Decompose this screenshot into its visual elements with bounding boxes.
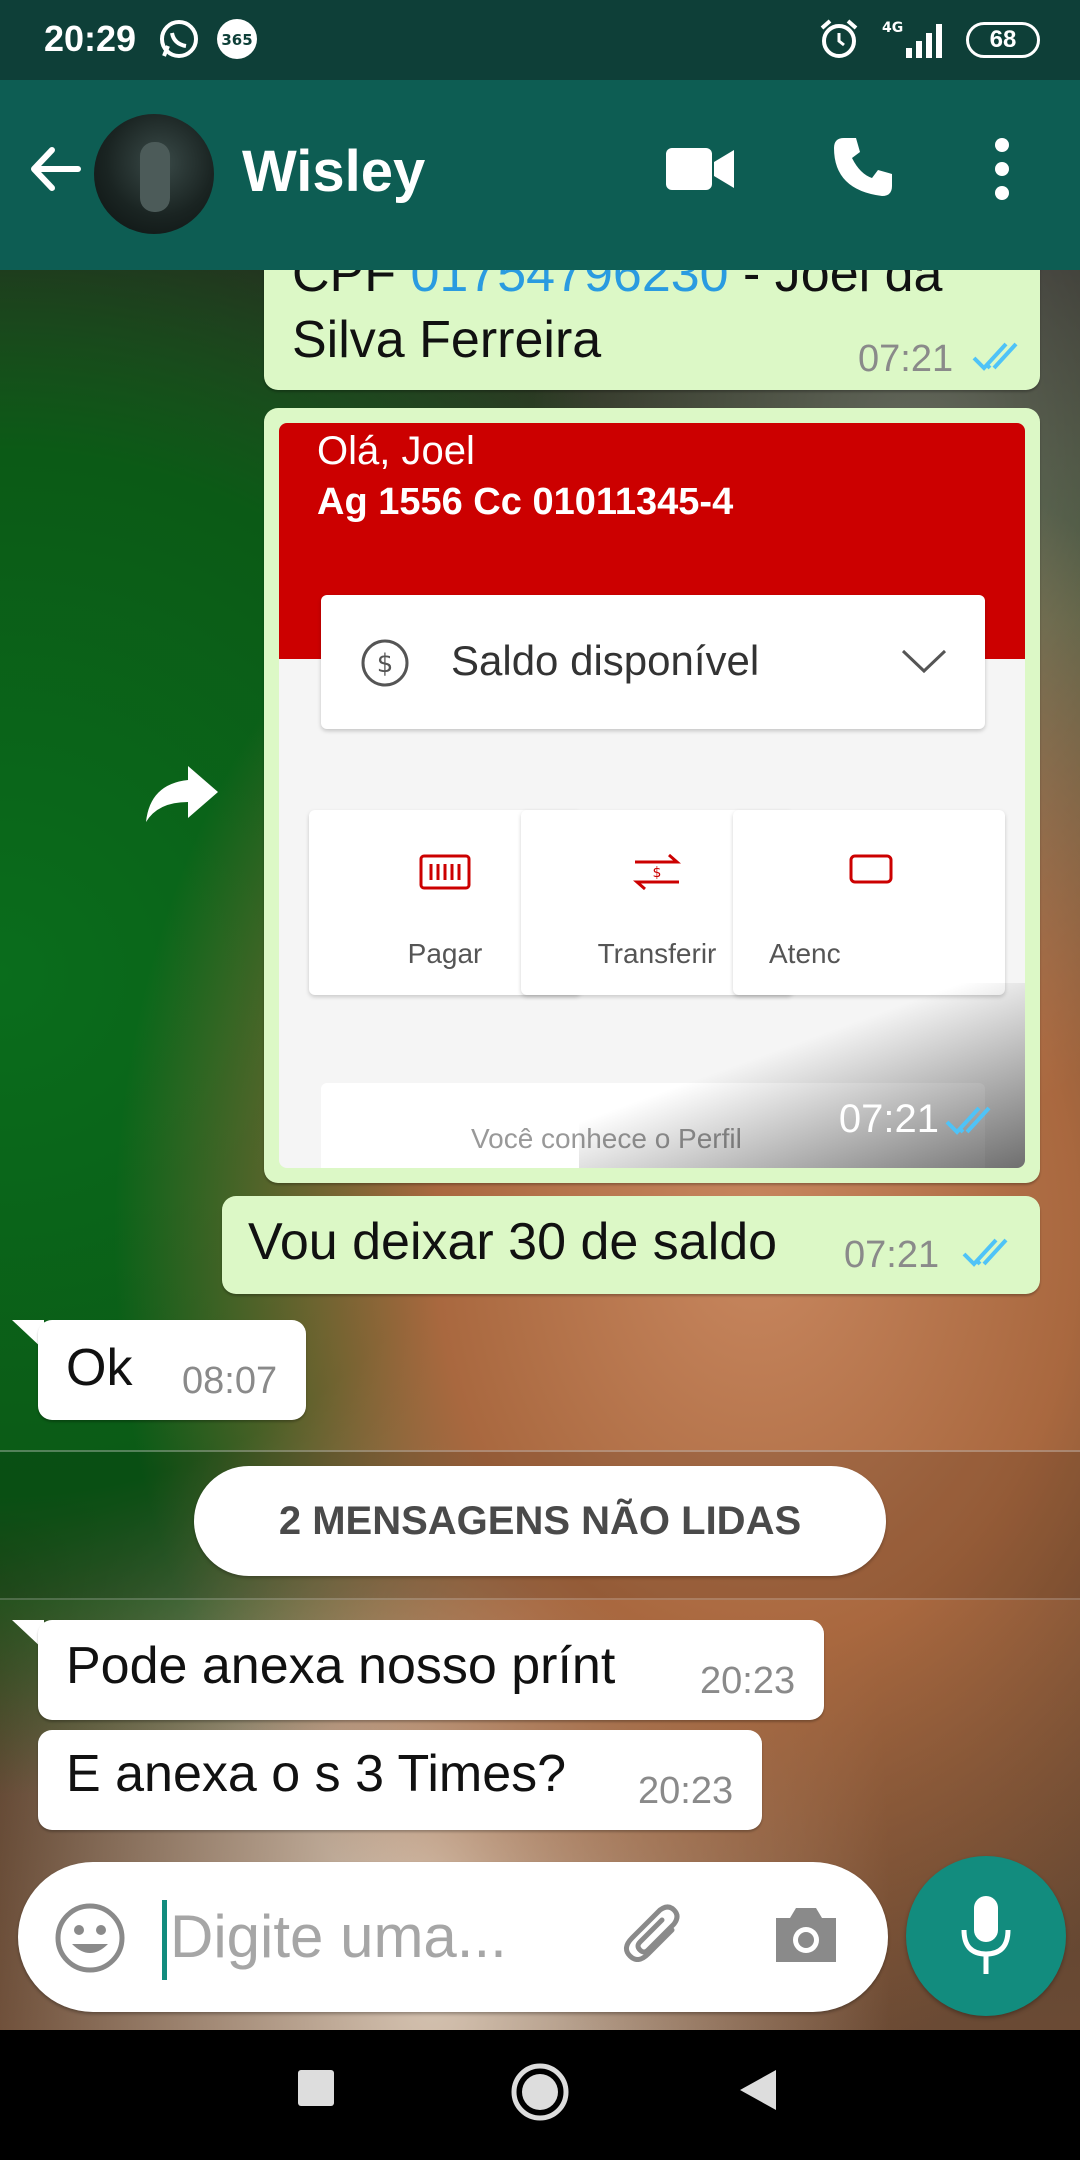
- svg-text:365: 365: [221, 31, 252, 49]
- balance-card: $ Saldo disponível: [321, 595, 985, 729]
- voice-message-button[interactable]: [906, 1856, 1066, 2016]
- camera-icon[interactable]: [770, 1902, 842, 1968]
- read-ticks-icon: [945, 1106, 991, 1135]
- system-navigation-bar: [0, 2030, 1080, 2160]
- chat-area[interactable]: CPF 01754796230 - Joel da Silva Ferreira…: [0, 270, 1080, 2030]
- status-bar: 20:29 365 4G 68: [0, 0, 1080, 80]
- message-text-prefix: CPF: [292, 270, 411, 303]
- message-time: 20:23: [638, 1770, 734, 1812]
- attach-icon[interactable]: [618, 1900, 694, 1976]
- avatar[interactable]: [94, 114, 214, 234]
- message-bubble-incoming[interactable]: E anexa o s 3 Times? 20:23: [38, 1730, 762, 1830]
- tile-atendimento: Atenc: [733, 810, 1005, 995]
- message-time: 07:21: [844, 1234, 940, 1276]
- contact-name[interactable]: Wisley: [242, 138, 425, 205]
- recents-button-icon[interactable]: [296, 2068, 336, 2108]
- transfer-icon: $: [633, 853, 681, 891]
- message-text: E anexa o s 3 Times?: [66, 1745, 567, 1803]
- message-text: Pode anexa nosso prínt: [66, 1637, 616, 1695]
- message-text-line2: Silva Ferreira: [292, 311, 602, 369]
- message-text: CPF 01754796230 - Joel da: [292, 270, 942, 304]
- status-time: 20:29: [44, 18, 137, 59]
- read-ticks-icon: [972, 342, 1018, 371]
- video-call-icon[interactable]: [664, 142, 736, 196]
- message-time: 07:21: [838, 1097, 939, 1141]
- svg-text:$: $: [377, 649, 394, 679]
- shared-screenshot-image[interactable]: Olá, Joel Ag 1556 Cc 01011345-4 $ Saldo …: [279, 423, 1025, 1168]
- message-image-outgoing[interactable]: Olá, Joel Ag 1556 Cc 01011345-4 $ Saldo …: [264, 408, 1040, 1183]
- mic-icon: [961, 1896, 1011, 1974]
- unread-messages-banner: 2 MENSAGENS NÃO LIDAS: [194, 1466, 886, 1576]
- more-options-icon[interactable]: [988, 136, 1016, 202]
- balance-label: Saldo disponível: [451, 637, 760, 684]
- text-caret: [162, 1900, 167, 1980]
- message-bubble-outgoing[interactable]: CPF 01754796230 - Joel da Silva Ferreira…: [264, 270, 1040, 390]
- message-composer: Digite uma...: [18, 1862, 888, 2012]
- message-input[interactable]: Digite uma...: [170, 1892, 590, 1982]
- bank-account: Ag 1556 Cc 01011345-4: [317, 481, 734, 523]
- phone-call-icon[interactable]: [830, 134, 896, 200]
- message-bubble-incoming[interactable]: Pode anexa nosso prínt 20:23: [38, 1620, 824, 1720]
- bank-greeting: Olá, Joel: [317, 429, 475, 473]
- chat-support-icon: [849, 854, 893, 884]
- cpf-link[interactable]: 01754796230: [410, 270, 728, 303]
- message-text-suffix: - Joel da: [728, 270, 943, 303]
- whatsapp-notification-icon: [160, 20, 198, 58]
- message-bubble-incoming[interactable]: Ok 08:07: [38, 1320, 306, 1420]
- back-arrow-icon[interactable]: [22, 136, 88, 202]
- image-shade: [579, 983, 1025, 1168]
- message-time: 07:21: [858, 338, 954, 380]
- bet365-notification-icon: 365: [217, 19, 257, 59]
- balance-refresh-icon: $: [361, 639, 409, 687]
- network-type-label: 4G: [882, 20, 903, 36]
- barcode-icon: [419, 854, 471, 890]
- message-time: 08:07: [182, 1360, 278, 1402]
- alarm-icon: [820, 19, 858, 58]
- signal-4g-icon: 4G: [882, 20, 942, 58]
- home-button-icon[interactable]: [510, 2062, 570, 2122]
- tile-label: Atenc: [769, 938, 841, 969]
- message-bubble-outgoing[interactable]: Vou deixar 30 de saldo 07:21: [222, 1196, 1040, 1294]
- message-text: Vou deixar 30 de saldo: [248, 1213, 778, 1271]
- svg-text:$: $: [653, 865, 662, 881]
- read-ticks-icon: [962, 1238, 1008, 1267]
- chat-header: Wisley: [0, 80, 1080, 270]
- forward-icon[interactable]: [142, 760, 222, 830]
- message-time: 20:23: [700, 1660, 796, 1702]
- back-button-icon[interactable]: [738, 2068, 778, 2112]
- divider: [0, 1598, 1080, 1600]
- emoji-icon[interactable]: [52, 1900, 128, 1976]
- message-text: Ok: [66, 1339, 133, 1397]
- battery-indicator: 68: [966, 22, 1040, 58]
- chevron-down-icon: [901, 649, 947, 674]
